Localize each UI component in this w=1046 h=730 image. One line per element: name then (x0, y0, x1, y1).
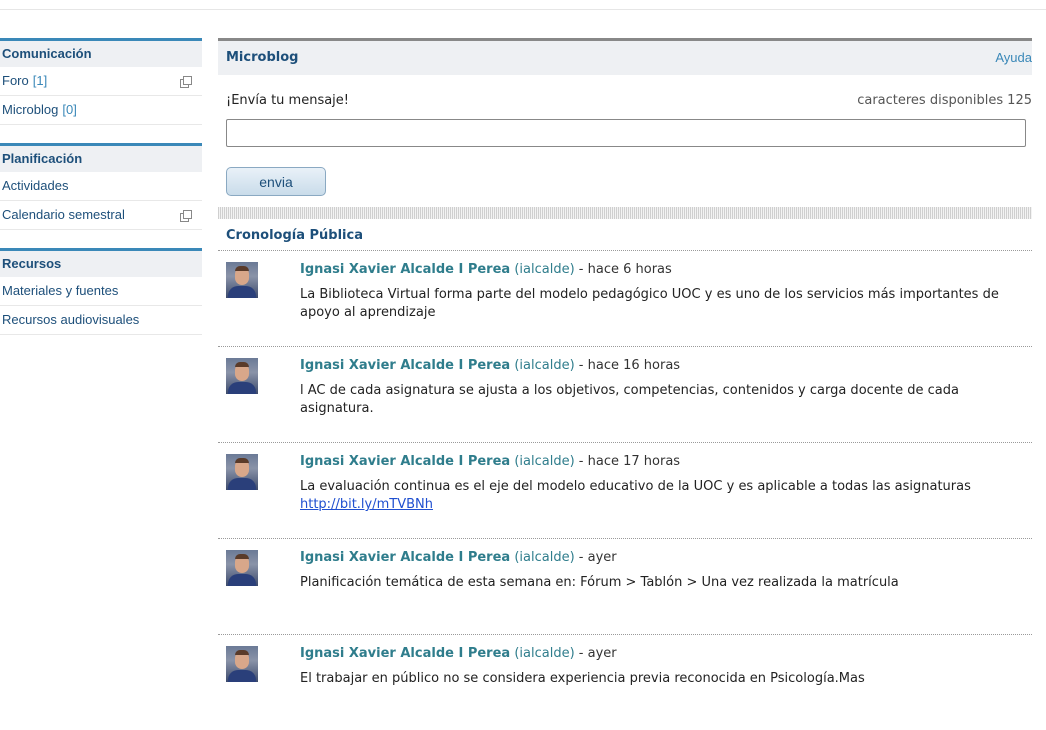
sidebar-item-label: Microblog (2, 102, 59, 117)
post-handle[interactable]: (ialcalde) (514, 646, 574, 661)
post-text-body: La Biblioteca Virtual forma parte del mo… (300, 287, 999, 320)
timeline-list: Ignasi Xavier Alcalde I Perea (ialcalde)… (218, 251, 1032, 730)
microblog-header: Microblog Ayuda (218, 38, 1032, 75)
post-time: ayer (587, 646, 617, 661)
avatar[interactable] (226, 358, 258, 394)
send-button[interactable]: envia (226, 167, 326, 196)
send-message-label: ¡Envía tu mensaje! (226, 93, 349, 108)
post-time: ayer (587, 550, 617, 565)
characters-counter-value: 125 (1007, 93, 1032, 108)
sidebar-item-microblog[interactable]: Microblog [0] (0, 96, 202, 125)
sidebar-section-title: Comunicación (0, 38, 202, 67)
separator: - (578, 358, 584, 373)
open-window-icon[interactable] (180, 76, 192, 88)
post-text-body: l AC de cada asignatura se ajusta a los … (300, 383, 959, 416)
post-time: hace 16 horas (587, 358, 681, 373)
characters-counter-label: caracteres disponibles (857, 93, 1004, 108)
post-handle[interactable]: (ialcalde) (514, 454, 574, 469)
post-text-body: La evaluación continua es el eje del mod… (300, 479, 971, 494)
sidebar-item-calendario-semestral[interactable]: Calendario semestral (0, 201, 202, 230)
post-author[interactable]: Ignasi Xavier Alcalde I Perea (300, 358, 510, 373)
post-header: Ignasi Xavier Alcalde I Perea (ialcalde)… (300, 549, 617, 567)
separator: - (578, 646, 584, 661)
sidebar-item-label: Materiales y fuentes (2, 283, 119, 298)
separator: - (578, 262, 584, 277)
open-window-icon[interactable] (180, 210, 192, 222)
post-text: El trabajar en público no se considera e… (300, 670, 1020, 688)
sidebar-item-actividades[interactable]: Actividades (0, 172, 202, 201)
post-header: Ignasi Xavier Alcalde I Perea (ialcalde)… (300, 357, 680, 375)
post-text: La Biblioteca Virtual forma parte del mo… (300, 286, 1020, 322)
timeline-title: Cronología Pública (226, 228, 363, 243)
hatched-divider (218, 207, 1032, 219)
post-author[interactable]: Ignasi Xavier Alcalde I Perea (300, 262, 510, 277)
avatar[interactable] (226, 262, 258, 298)
send-row: ¡Envía tu mensaje! caracteres disponible… (218, 93, 1032, 113)
separator: - (578, 550, 584, 565)
sidebar-item-label: Foro (2, 73, 29, 88)
sidebar-item-count: [0] (62, 102, 77, 117)
timeline-post: Ignasi Xavier Alcalde I Perea (ialcalde)… (218, 347, 1032, 443)
post-text-body: El trabajar en público no se considera e… (300, 671, 865, 686)
avatar[interactable] (226, 454, 258, 490)
sidebar: Comunicación Foro [1] Microblog [0] Planif… (0, 38, 202, 353)
post-author[interactable]: Ignasi Xavier Alcalde I Perea (300, 646, 510, 661)
post-header: Ignasi Xavier Alcalde I Perea (ialcalde)… (300, 645, 617, 663)
post-text: l AC de cada asignatura se ajusta a los … (300, 382, 1020, 418)
timeline-post: Ignasi Xavier Alcalde I Perea (ialcalde)… (218, 443, 1032, 539)
sidebar-section-recursos: Recursos Materiales y fuentes Recursos a… (0, 248, 202, 335)
help-link[interactable]: Ayuda (995, 41, 1032, 75)
sidebar-item-foro[interactable]: Foro [1] (0, 67, 202, 96)
sidebar-item-label: Calendario semestral (2, 207, 125, 222)
timeline-post: Ignasi Xavier Alcalde I Perea (ialcalde)… (218, 251, 1032, 347)
sidebar-item-materiales-y-fuentes[interactable]: Materiales y fuentes (0, 277, 202, 306)
sidebar-section-title: Recursos (0, 248, 202, 277)
sidebar-section-title: Planificación (0, 143, 202, 172)
sidebar-item-recursos-audiovisuales[interactable]: Recursos audiovisuales (0, 306, 202, 335)
post-header: Ignasi Xavier Alcalde I Perea (ialcalde)… (300, 261, 672, 279)
post-header: Ignasi Xavier Alcalde I Perea (ialcalde)… (300, 453, 680, 471)
post-time: hace 6 horas (587, 262, 672, 277)
timeline-post: Ignasi Xavier Alcalde I Perea (ialcalde)… (218, 635, 1032, 730)
avatar[interactable] (226, 550, 258, 586)
post-text: Planificación temática de esta semana en… (300, 574, 1020, 592)
avatar[interactable] (226, 646, 258, 682)
message-input[interactable] (226, 119, 1026, 147)
post-text-body: Planificación temática de esta semana en… (300, 575, 899, 590)
top-divider (0, 9, 1046, 10)
post-text: La evaluación continua es el eje del mod… (300, 478, 1020, 514)
post-link[interactable]: http://bit.ly/mTVBNh (300, 497, 433, 512)
microblog-panel: Microblog Ayuda ¡Envía tu mensaje! carac… (218, 38, 1032, 686)
post-handle[interactable]: (ialcalde) (514, 358, 574, 373)
sidebar-item-label: Recursos audiovisuales (2, 312, 140, 327)
separator: - (578, 454, 584, 469)
post-handle[interactable]: (ialcalde) (514, 262, 574, 277)
sidebar-section-planificacion: Planificación Actividades Calendario sem… (0, 143, 202, 230)
post-author[interactable]: Ignasi Xavier Alcalde I Perea (300, 454, 510, 469)
timeline-post: Ignasi Xavier Alcalde I Perea (ialcalde)… (218, 539, 1032, 635)
characters-counter: caracteres disponibles 125 (857, 93, 1032, 108)
sidebar-item-label: Actividades (2, 178, 69, 193)
sidebar-section-comunicacion: Comunicación Foro [1] Microblog [0] (0, 38, 202, 125)
microblog-title: Microblog (226, 50, 299, 65)
post-time: hace 17 horas (587, 454, 681, 469)
post-author[interactable]: Ignasi Xavier Alcalde I Perea (300, 550, 510, 565)
post-handle[interactable]: (ialcalde) (514, 550, 574, 565)
sidebar-item-count: [1] (32, 73, 48, 88)
